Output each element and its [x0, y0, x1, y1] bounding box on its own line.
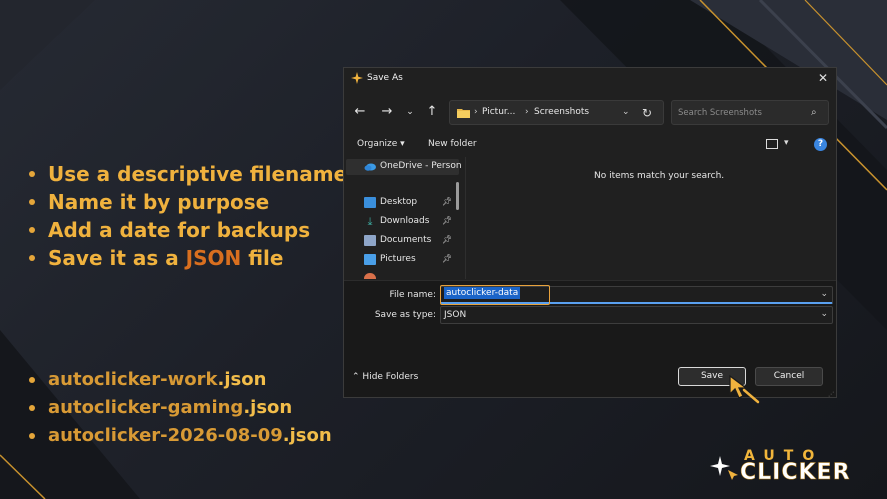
breadcrumb-separator-icon: › [525, 107, 529, 117]
close-icon[interactable]: ✕ [816, 71, 830, 85]
nav-item-pictures[interactable]: Pictures 📌︎ [362, 252, 456, 268]
dialog-titlebar: Save As ✕ [344, 68, 836, 90]
documents-icon [364, 235, 376, 246]
nav-scrollbar[interactable] [456, 182, 459, 210]
tip-item: Add a date for backups [28, 216, 347, 244]
nav-item-desktop[interactable]: Desktop 📌︎ [362, 195, 456, 211]
help-icon[interactable]: ? [814, 138, 827, 151]
sparkle-icon [710, 456, 738, 480]
breadcrumb-separator-icon: › [474, 107, 478, 117]
filename-examples-list: autoclicker-work.json autoclicker-gaming… [28, 366, 332, 450]
folder-icon [457, 109, 470, 118]
navigation-pane: OneDrive - Person Desktop 📌︎ ⤓ Downloads… [344, 157, 464, 279]
navigation-bar: ← → ⌄ ↑ › Pictur... › Screenshots ⌄ ↻ ⌕ [344, 98, 836, 126]
organize-button[interactable]: Organize ▾ [357, 139, 405, 149]
downloads-icon: ⤓ [367, 215, 373, 228]
nav-item-partial[interactable] [362, 271, 456, 279]
search-box[interactable]: ⌕ [671, 100, 829, 125]
up-arrow-icon[interactable]: ↑ [424, 104, 440, 120]
nav-item-onedrive[interactable]: OneDrive - Person [346, 159, 462, 175]
recent-locations-chevron-icon[interactable]: ⌄ [402, 104, 418, 120]
nav-item-downloads[interactable]: ⤓ Downloads 📌︎ [362, 214, 456, 230]
tip-item: Save it as a JSON file [28, 244, 347, 272]
save-as-type-label: Save as type: [374, 310, 436, 320]
save-as-type-select[interactable]: JSON ⌄ [440, 306, 833, 324]
command-bar: Organize ▾ New folder ▾ ? [344, 134, 836, 156]
pane-divider [465, 157, 466, 279]
auto-clicker-logo: AUTO CLICKER [708, 448, 876, 490]
file-name-dropdown-icon[interactable]: ⌄ [820, 289, 828, 299]
music-icon [364, 273, 376, 279]
nav-item-documents[interactable]: Documents 📌︎ [362, 233, 456, 249]
breadcrumb-pictures[interactable]: Pictur... [482, 107, 515, 117]
search-icon[interactable]: ⌕ [811, 107, 823, 119]
refresh-icon[interactable]: ↻ [640, 106, 654, 120]
tip-item: Name it by purpose [28, 188, 347, 216]
address-bar[interactable]: › Pictur... › Screenshots ⌄ [449, 100, 664, 125]
resize-grip-icon[interactable]: ⋰ [828, 391, 834, 397]
pin-icon: 📌︎ [442, 235, 453, 244]
filename-example: autoclicker-work.json [28, 366, 332, 394]
chevron-up-icon: ⌃ [352, 372, 360, 382]
pictures-icon [364, 254, 376, 265]
desktop-icon [364, 197, 376, 208]
tip-item: Use a descriptive filename [28, 160, 347, 188]
save-as-dialog: Save As ✕ ← → ⌄ ↑ › Pictur... › Screensh… [343, 67, 837, 398]
filename-example: autoclicker-gaming.json [28, 394, 332, 422]
view-dropdown-icon[interactable]: ▾ [784, 138, 789, 148]
save-as-type-dropdown-icon[interactable]: ⌄ [820, 309, 828, 319]
file-name-label: File name: [389, 290, 436, 300]
hide-folders-button[interactable]: ⌃ Hide Folders [352, 372, 418, 382]
file-name-highlight [440, 285, 550, 305]
pin-icon: 📌︎ [442, 254, 453, 263]
tips-list: Use a descriptive filename Name it by pu… [28, 160, 347, 272]
onedrive-icon [364, 163, 376, 171]
new-folder-button[interactable]: New folder [428, 139, 477, 149]
json-accent: JSON [185, 246, 242, 270]
save-as-type-value: JSON [444, 310, 467, 320]
breadcrumb-screenshots[interactable]: Screenshots [534, 107, 589, 117]
address-dropdown-icon[interactable]: ⌄ [622, 107, 630, 117]
dialog-title: Save As [367, 73, 403, 83]
search-input[interactable] [678, 106, 806, 120]
mouse-cursor-icon [729, 374, 760, 404]
filename-example: autoclicker-2026-08-09.json [28, 422, 332, 450]
empty-results-message: No items match your search. [594, 171, 725, 181]
back-arrow-icon[interactable]: ← [352, 104, 368, 120]
pin-icon: 📌︎ [442, 216, 453, 225]
logo-word-clicker: CLICKER [740, 460, 851, 486]
pin-icon: 📌︎ [442, 197, 453, 206]
view-layout-icon[interactable] [766, 139, 778, 149]
forward-arrow-icon[interactable]: → [379, 104, 395, 120]
cancel-button[interactable]: Cancel [755, 367, 823, 386]
app-icon [351, 72, 363, 84]
